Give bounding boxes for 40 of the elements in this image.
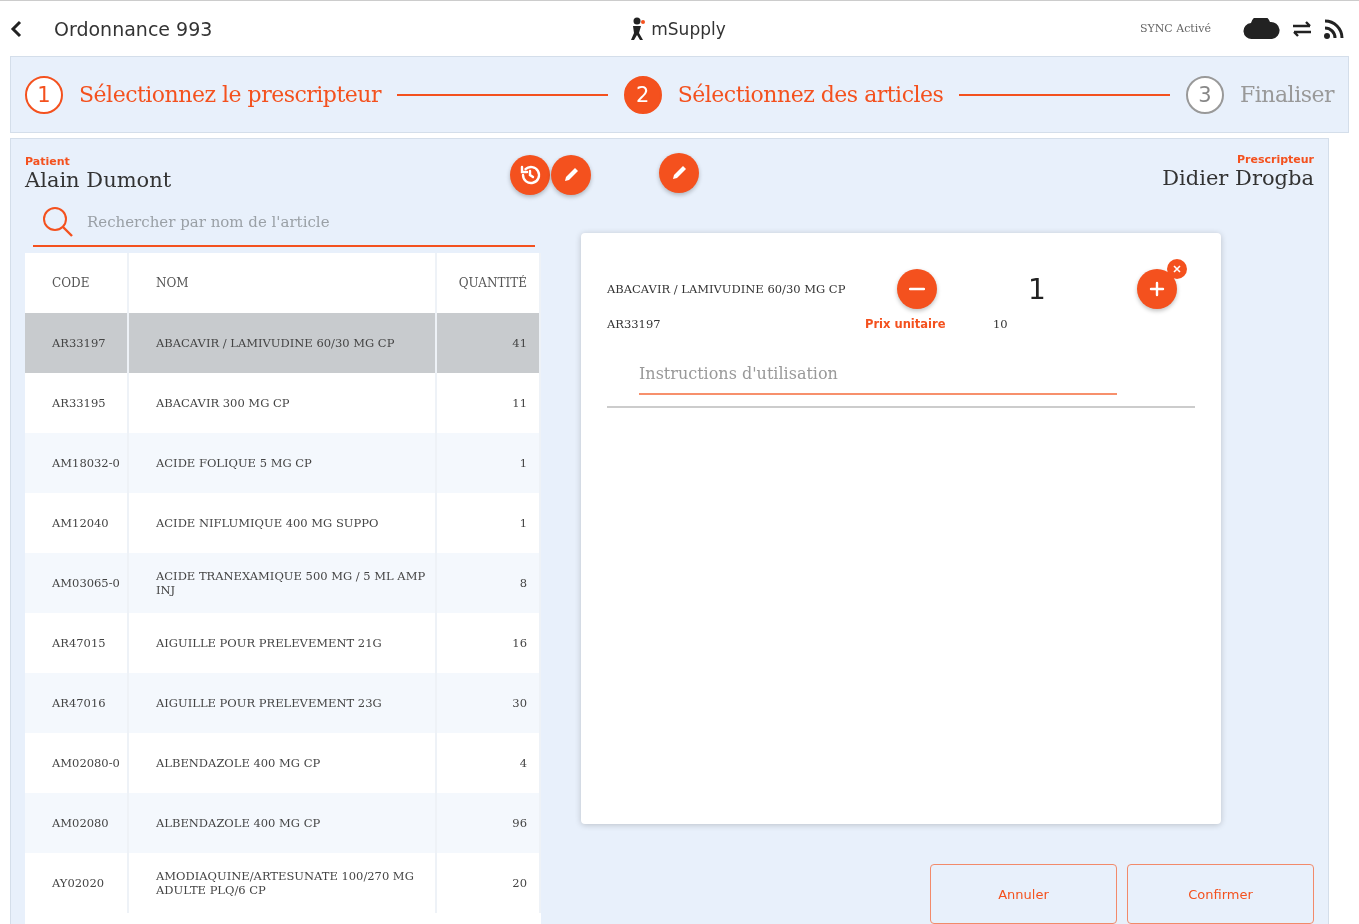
brand-name: mSupply: [651, 18, 726, 39]
item-quantity: 1: [1027, 272, 1047, 306]
code-cell: AY02020: [25, 853, 129, 913]
history-icon: [518, 163, 542, 187]
search-field[interactable]: Rechercher par nom de l'article: [85, 212, 535, 232]
sync-arrows-icon: [1291, 19, 1313, 38]
signal-feed-icon: [1323, 17, 1345, 40]
remove-button[interactable]: [1167, 259, 1187, 279]
step-number: 2: [623, 75, 662, 114]
name-cell: AMODIAQUINE/ARTESUNATE 100/270 MG ADULTE PLQ/6 CP: [129, 853, 437, 913]
page-title: Ordonnance 993: [54, 17, 213, 40]
table-row[interactable]: AM18032-0 ACIDE FOLIQUE 5 MG CP 1: [25, 433, 541, 493]
decrease-button[interactable]: [897, 269, 937, 309]
minus-icon: [909, 287, 925, 291]
step-number: 3: [1186, 75, 1225, 114]
close-icon: [1173, 265, 1181, 273]
history-button[interactable]: [510, 155, 550, 195]
table-row[interactable]: AM02080 ALBENDAZOLE 400 MG CP 96: [25, 793, 541, 853]
table-row[interactable]: AR47016 AIGUILLE POUR PRELEVEMENT 23G 30: [25, 673, 541, 733]
search-icon: [41, 205, 75, 239]
logo-icon: [629, 16, 648, 41]
quantity-cell: 20: [437, 853, 541, 913]
back-button[interactable]: [10, 19, 24, 38]
patient-name: Alain Dumont: [25, 168, 173, 192]
cloud-icon: [1243, 17, 1281, 40]
plus-icon: [1149, 281, 1165, 297]
table-row[interactable]: AM03065-0 ACIDE TRANEXAMIQUE 500 MG / 5 ML AMP INJ 8: [25, 553, 541, 613]
edit-button[interactable]: [551, 155, 591, 195]
edit-button[interactable]: [659, 153, 699, 193]
sync-status: SYNC Activé: [1139, 22, 1211, 35]
prescriber-name: Didier Drogba: [1162, 166, 1314, 190]
patient-caption: Patient: [25, 155, 71, 168]
table-row[interactable]: AR33197 ABACAVIR / LAMIVUDINE 60/30 MG CP 41: [25, 313, 541, 373]
item-code: AR33197: [607, 317, 662, 331]
item-name: ABACAVIR / LAMIVUDINE 60/30 MG CP: [607, 282, 847, 296]
step-number: 1: [25, 75, 63, 114]
prescriber-caption: Prescripteur: [1235, 153, 1314, 166]
increase-button[interactable]: [1137, 269, 1177, 309]
price-value: 10: [993, 317, 1008, 331]
price-label: Prix unitaire: [865, 317, 947, 331]
